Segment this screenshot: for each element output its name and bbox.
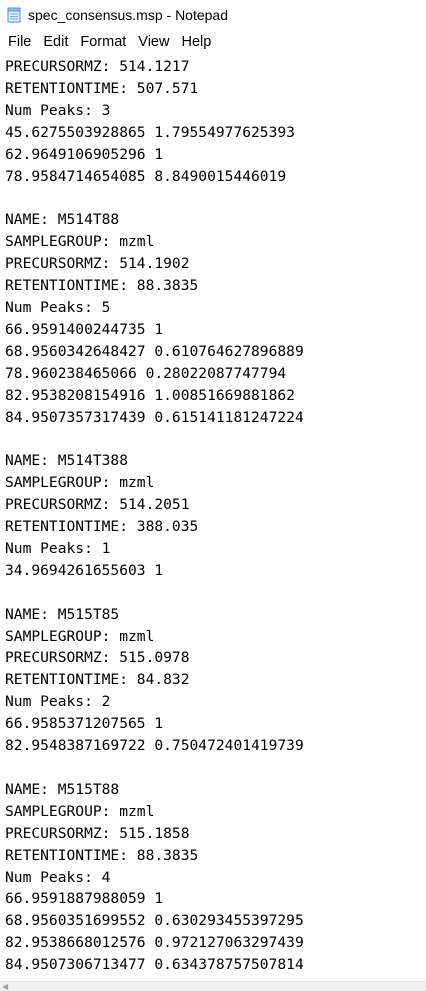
menu-file[interactable]: File bbox=[2, 32, 37, 52]
title-bar[interactable]: spec_consensus.msp - Notepad bbox=[0, 0, 426, 30]
text-editor[interactable]: PRECURSORMZ: 514.1217 RETENTIONTIME: 507… bbox=[0, 54, 426, 982]
editor-content[interactable]: PRECURSORMZ: 514.1217 RETENTIONTIME: 507… bbox=[0, 54, 426, 976]
menu-edit[interactable]: Edit bbox=[37, 32, 74, 52]
notepad-icon bbox=[6, 7, 22, 23]
menu-bar: File Edit Format View Help bbox=[0, 30, 426, 55]
menu-format[interactable]: Format bbox=[74, 32, 132, 52]
horizontal-scrollbar[interactable]: ◀ bbox=[0, 981, 426, 991]
menu-view[interactable]: View bbox=[132, 32, 175, 52]
chevron-left-icon[interactable]: ◀ bbox=[2, 983, 8, 991]
menu-help[interactable]: Help bbox=[175, 32, 217, 52]
window-title: spec_consensus.msp - Notepad bbox=[28, 7, 228, 23]
notepad-window: spec_consensus.msp - Notepad File Edit F… bbox=[0, 0, 426, 991]
